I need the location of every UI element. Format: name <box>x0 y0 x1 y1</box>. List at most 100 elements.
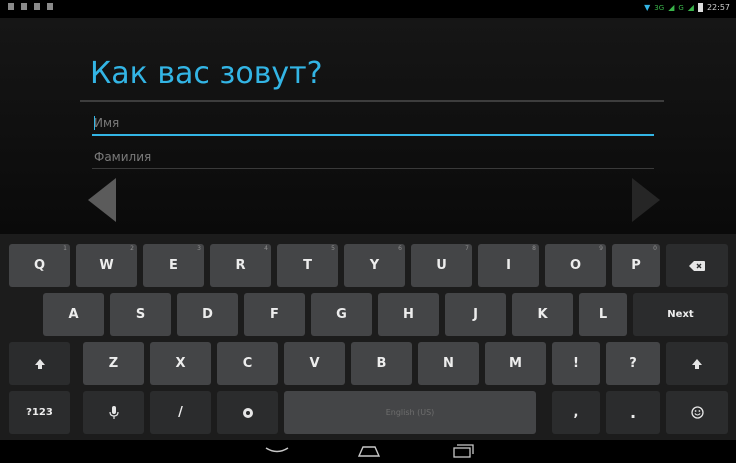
key-label: R <box>235 258 246 273</box>
key-i[interactable]: I8 <box>478 244 539 287</box>
key-hint: 1 <box>63 245 67 252</box>
space-bar[interactable]: English (US) <box>284 391 536 434</box>
slash-key[interactable]: / <box>150 391 211 434</box>
system-icons: ▼ 3G ◢ G ◢ 22:57 <box>644 3 730 12</box>
key-hint: 4 <box>264 245 268 252</box>
key-hint: 3 <box>197 245 201 252</box>
back-button[interactable] <box>262 443 292 459</box>
key-label: G <box>336 307 347 322</box>
home-button[interactable] <box>354 443 384 459</box>
settings-icon <box>242 407 253 418</box>
key-hint: 7 <box>465 245 469 252</box>
first-name-underline <box>92 134 654 136</box>
on-screen-keyboard: Q1 W2 E3 R4 T5 Y6 U7 I8 O9 P0 A S D F G … <box>0 234 736 440</box>
key-label: . <box>629 403 637 422</box>
key-u[interactable]: U7 <box>411 244 472 287</box>
key-v[interactable]: V <box>284 342 345 385</box>
key-label: B <box>376 356 387 371</box>
sim-icon <box>47 3 53 10</box>
key-exclamation[interactable]: ! <box>552 342 600 385</box>
symbols-key[interactable]: ?123 <box>9 391 70 434</box>
key-hint: 5 <box>331 245 335 252</box>
key-d[interactable]: D <box>177 293 238 336</box>
key-q[interactable]: Q1 <box>9 244 70 287</box>
key-question[interactable]: ? <box>606 342 660 385</box>
key-t[interactable]: T5 <box>277 244 338 287</box>
key-l[interactable]: L <box>579 293 627 336</box>
last-name-field-wrapper <box>92 146 654 168</box>
key-x[interactable]: X <box>150 342 211 385</box>
key-label: O <box>569 258 582 273</box>
key-label: A <box>68 307 79 322</box>
key-label: T <box>303 258 312 273</box>
key-label: ?123 <box>26 407 53 418</box>
key-label: Q <box>33 258 46 273</box>
text-cursor <box>94 116 95 130</box>
signal-bars-icon: ◢ <box>668 3 675 12</box>
key-b[interactable]: B <box>351 342 412 385</box>
key-label: L <box>598 307 608 322</box>
key-hint: 2 <box>130 245 134 252</box>
recents-button[interactable] <box>448 443 478 459</box>
key-s[interactable]: S <box>110 293 171 336</box>
key-c[interactable]: C <box>217 342 278 385</box>
previous-arrow-icon[interactable] <box>88 178 116 222</box>
key-label: ? <box>629 356 637 371</box>
key-y[interactable]: Y6 <box>344 244 405 287</box>
settings-key[interactable] <box>217 391 278 434</box>
key-label: P <box>631 258 641 273</box>
key-label: D <box>202 307 213 322</box>
key-label: V <box>309 356 320 371</box>
key-f[interactable]: F <box>244 293 305 336</box>
backspace-key[interactable] <box>666 244 728 287</box>
key-g[interactable]: G <box>311 293 372 336</box>
network-type-2: G <box>678 3 684 12</box>
status-bar: ▼ 3G ◢ G ◢ 22:57 <box>0 0 736 18</box>
key-w[interactable]: W2 <box>76 244 137 287</box>
key-label: I <box>506 258 511 273</box>
key-hint: 0 <box>653 245 657 252</box>
signal-bars-icon-2: ◢ <box>687 3 694 12</box>
key-label: K <box>537 307 548 322</box>
shift-icon <box>34 358 45 369</box>
next-arrow-icon[interactable] <box>632 178 660 222</box>
microphone-key[interactable] <box>83 391 144 434</box>
key-label: , <box>573 405 579 420</box>
key-p[interactable]: P0 <box>612 244 660 287</box>
recents-icon <box>453 444 474 458</box>
space-label: English (US) <box>385 408 435 417</box>
key-z[interactable]: Z <box>83 342 144 385</box>
shift-key-left[interactable] <box>9 342 70 385</box>
key-label: / <box>178 405 183 420</box>
title-divider <box>80 100 664 102</box>
key-label: C <box>242 356 253 371</box>
last-name-underline <box>92 168 654 169</box>
key-o[interactable]: O9 <box>545 244 606 287</box>
key-hint: 6 <box>398 245 402 252</box>
key-label: X <box>175 356 186 371</box>
emoji-icon <box>690 406 704 419</box>
notification-icons <box>8 3 53 10</box>
alert-icon <box>34 3 40 10</box>
key-h[interactable]: H <box>378 293 439 336</box>
key-k[interactable]: K <box>512 293 573 336</box>
key-label: W <box>99 258 114 273</box>
key-j[interactable]: J <box>445 293 506 336</box>
notification-icon <box>8 3 14 10</box>
comma-key[interactable]: , <box>552 391 600 434</box>
key-hint: 9 <box>599 245 603 252</box>
last-name-field[interactable] <box>92 146 654 168</box>
key-a[interactable]: A <box>43 293 104 336</box>
key-e[interactable]: E3 <box>143 244 204 287</box>
shift-icon <box>692 358 702 369</box>
key-label: S <box>135 307 146 322</box>
key-r[interactable]: R4 <box>210 244 271 287</box>
key-m[interactable]: M <box>485 342 546 385</box>
key-n[interactable]: N <box>418 342 479 385</box>
period-key[interactable]: . <box>606 391 660 434</box>
next-key[interactable]: Next <box>633 293 728 336</box>
emoji-key[interactable] <box>666 391 728 434</box>
key-label: Y <box>369 258 380 273</box>
first-name-field[interactable] <box>92 112 654 134</box>
shift-key-right[interactable] <box>666 342 728 385</box>
